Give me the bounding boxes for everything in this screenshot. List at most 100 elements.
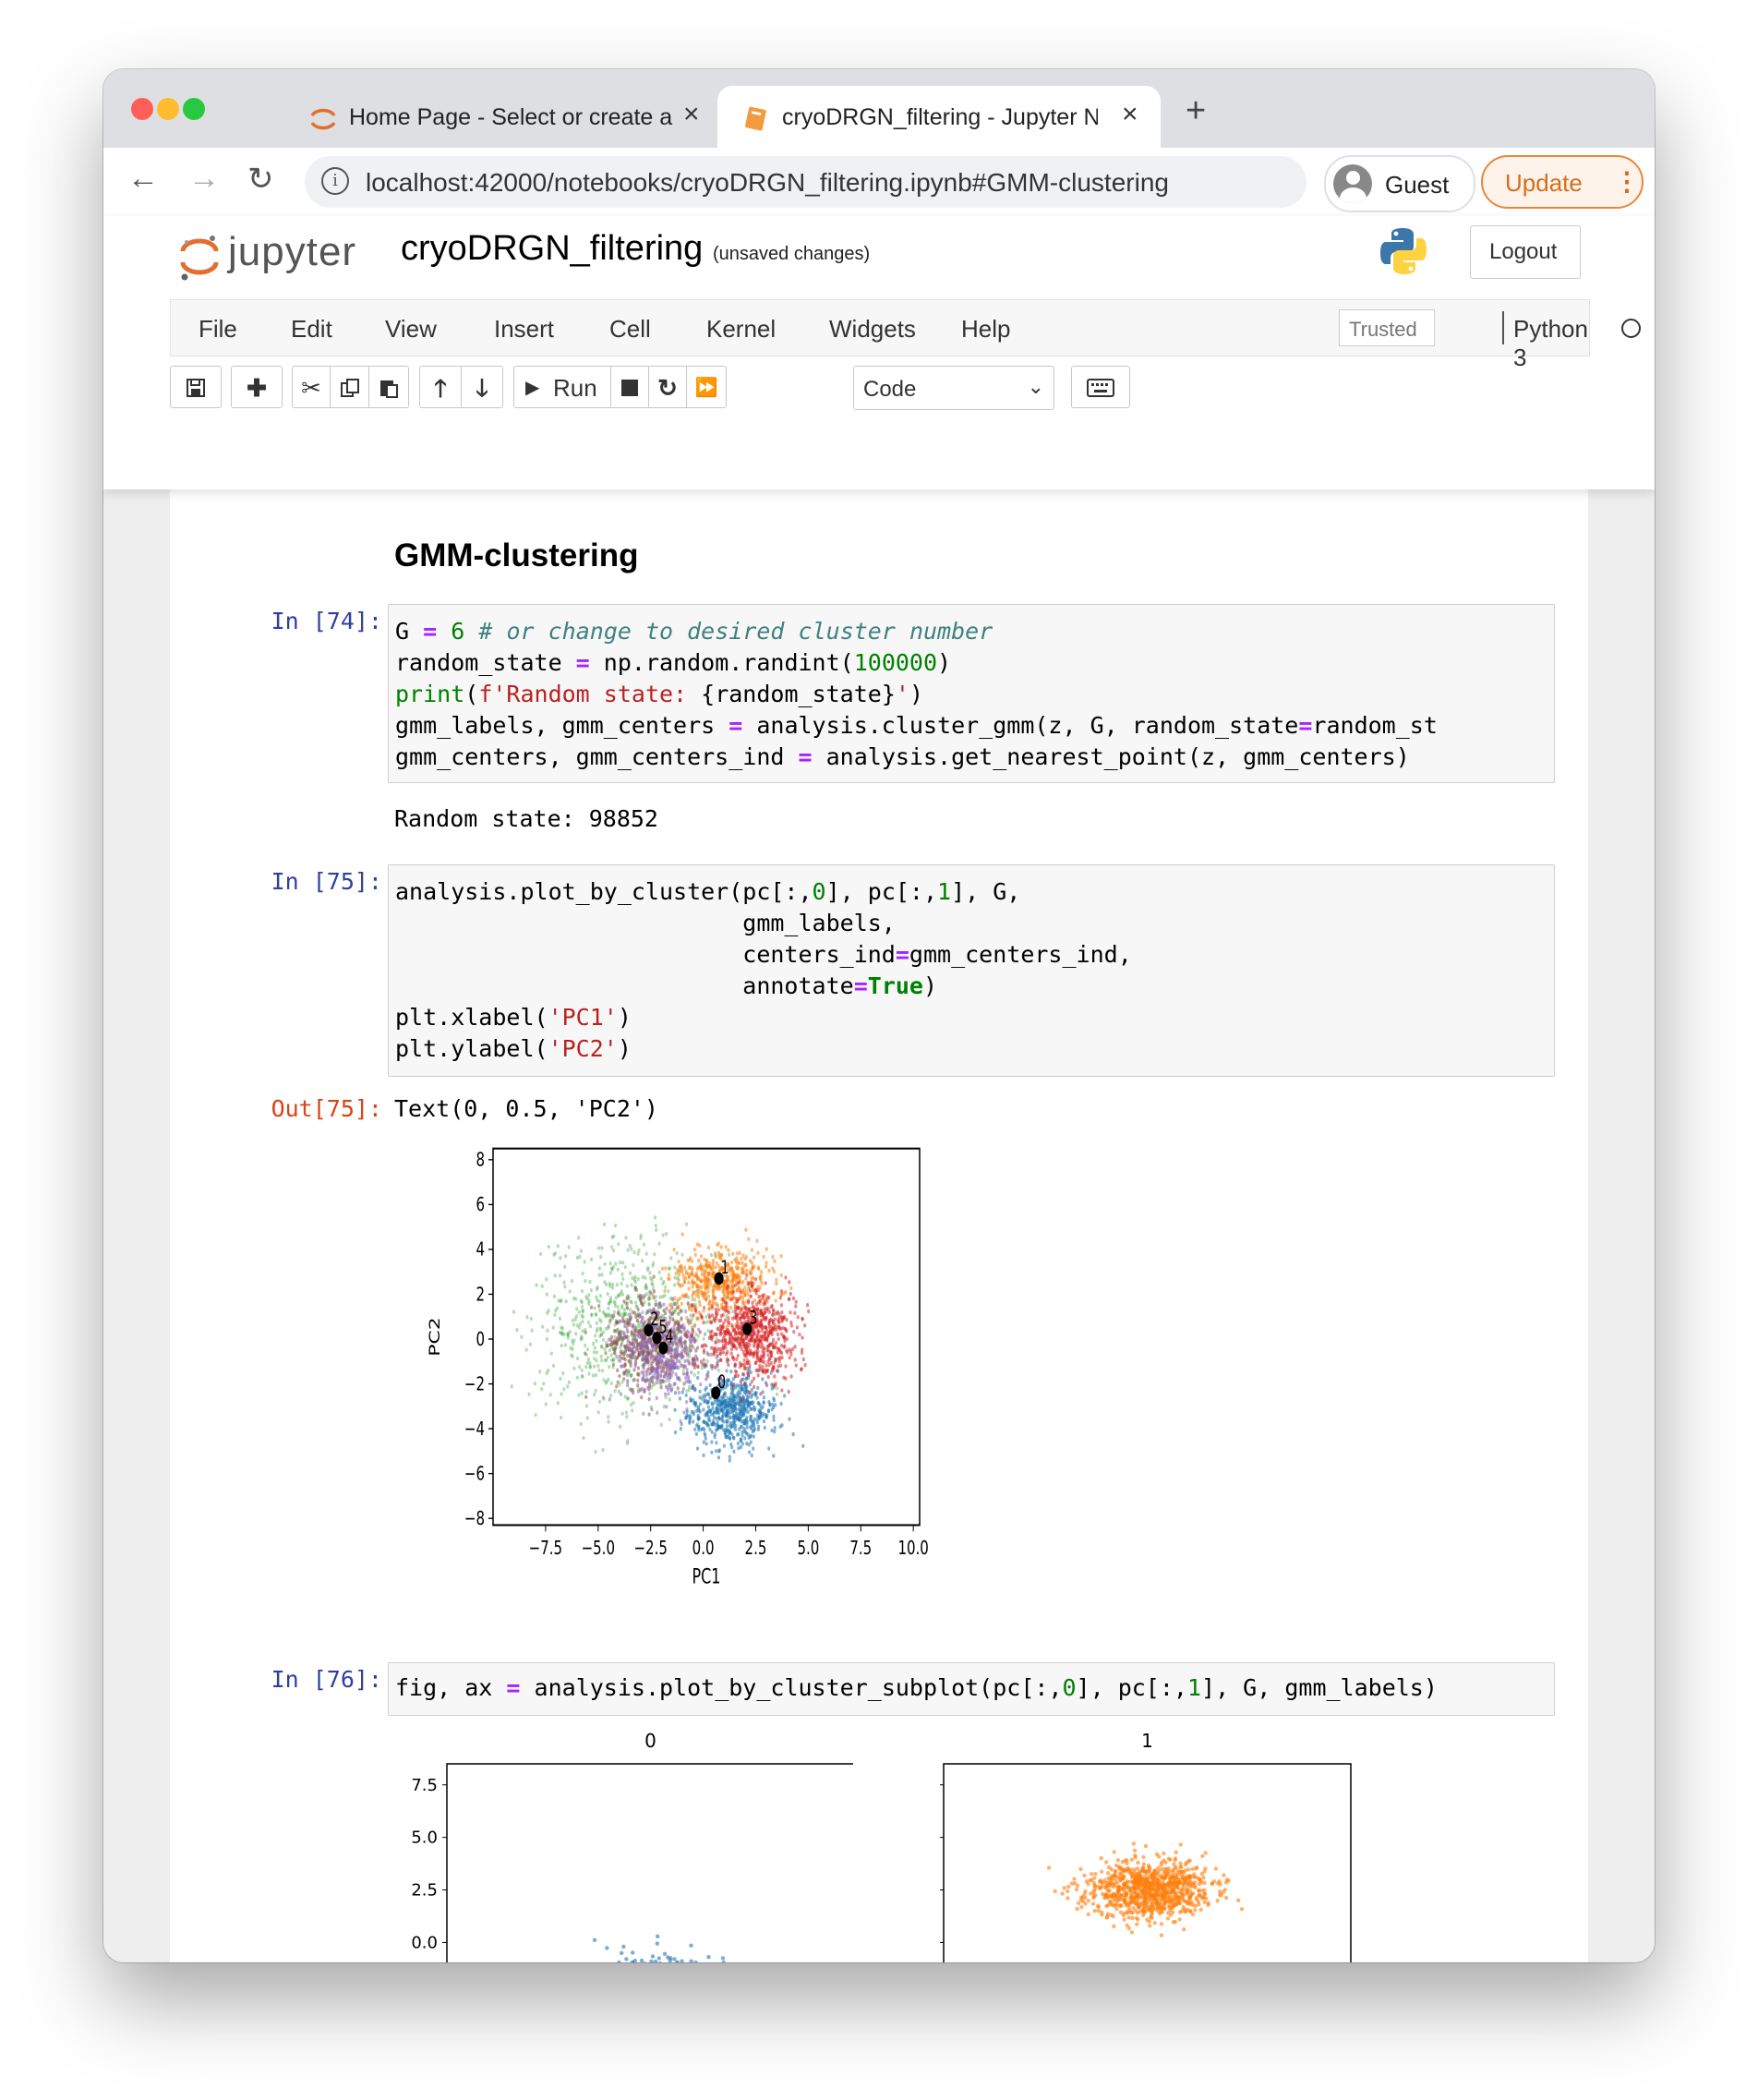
url-field[interactable]: i localhost:42000/notebooks/cryoDRGN_fil… xyxy=(305,156,1306,208)
cluster-point xyxy=(546,1310,549,1316)
forward-arrow-icon[interactable]: → xyxy=(188,161,220,197)
paste-button[interactable] xyxy=(368,366,409,408)
cluster-point xyxy=(584,1351,587,1356)
cluster-point xyxy=(556,1244,560,1249)
cluster-point xyxy=(699,1279,703,1284)
cluster-point xyxy=(1111,1885,1116,1889)
cluster-point xyxy=(674,1271,678,1276)
jupyter-logo[interactable]: jupyter xyxy=(177,227,390,283)
cluster-point xyxy=(690,1317,693,1322)
close-icon[interactable]: × xyxy=(683,99,700,130)
cluster-point xyxy=(767,1446,771,1451)
trusted-badge[interactable]: Trusted xyxy=(1339,309,1435,346)
cluster-point xyxy=(608,1397,611,1402)
jupyter-header: jupyter cryoDRGN_filtering (unsaved chan… xyxy=(103,216,1655,489)
copy-button[interactable] xyxy=(330,366,369,408)
cluster-point xyxy=(779,1401,783,1406)
cluster-point xyxy=(678,1324,681,1329)
notebook-toolbar: ✚ ✂ 🡑 🡓 ▶︎ Run ↻ ⏩ Code ⌄ xyxy=(170,366,1186,412)
run-button[interactable]: ▶︎ Run xyxy=(513,366,611,408)
code-cell-74[interactable]: G = 6 # or change to desired cluster num… xyxy=(388,604,1555,783)
cell-type-select[interactable]: Code ⌄ xyxy=(853,366,1054,410)
cluster-point xyxy=(674,1372,678,1377)
info-icon[interactable]: i xyxy=(321,167,349,195)
cluster-point xyxy=(656,1956,661,1961)
cluster-point xyxy=(562,1387,566,1392)
back-arrow-icon[interactable]: ← xyxy=(127,161,159,197)
cluster-point xyxy=(597,1317,601,1322)
profile-button[interactable]: Guest xyxy=(1324,155,1475,212)
minimize-window-button[interactable] xyxy=(157,98,179,120)
cluster-point xyxy=(698,1330,702,1334)
tab-notebook[interactable]: cryoDRGN_filtering - Jupyter Notebook × xyxy=(717,86,1161,148)
restart-run-all-button[interactable]: ⏩ xyxy=(686,366,727,408)
subplot-points-group xyxy=(1046,1841,1245,1937)
cluster-point xyxy=(684,1393,688,1398)
menu-widgets[interactable]: Widgets xyxy=(829,315,916,344)
cluster-point xyxy=(1125,1879,1129,1884)
close-icon[interactable]: × xyxy=(1122,99,1138,130)
cluster-point xyxy=(1173,1858,1177,1863)
cluster-point xyxy=(598,1294,603,1298)
cluster-point xyxy=(773,1430,777,1434)
notebook-name[interactable]: cryoDRGN_filtering xyxy=(401,229,703,269)
restart-button[interactable]: ↻ xyxy=(648,366,687,408)
cut-button[interactable]: ✂ xyxy=(292,366,331,408)
kebab-menu-icon[interactable]: ⋮ xyxy=(1614,166,1640,197)
cluster-point xyxy=(597,1299,601,1304)
menu-file[interactable]: File xyxy=(199,315,237,344)
insert-cell-button[interactable]: ✚ xyxy=(231,366,283,408)
menu-cell[interactable]: Cell xyxy=(609,315,651,344)
y-tick-label: 2 xyxy=(476,1284,485,1306)
cluster-point xyxy=(763,1310,766,1315)
cluster-point xyxy=(746,1432,750,1437)
new-tab-button[interactable]: + xyxy=(1186,91,1206,131)
menu-kernel[interactable]: Kernel xyxy=(706,315,776,344)
y-tick-label: 0 xyxy=(476,1329,485,1351)
logout-button[interactable]: Logout xyxy=(1470,225,1581,279)
cluster-point xyxy=(689,1313,692,1318)
cluster-point xyxy=(702,1348,706,1353)
move-down-button[interactable]: 🡓 xyxy=(461,366,503,408)
cluster-point xyxy=(1118,1894,1123,1900)
cluster-point xyxy=(1168,1908,1173,1913)
zoom-window-button[interactable] xyxy=(183,98,205,120)
cluster-point xyxy=(765,1369,768,1373)
cluster-point xyxy=(1188,1893,1193,1898)
cluster-point xyxy=(673,1275,677,1280)
cluster-point xyxy=(742,1372,746,1377)
cluster-point xyxy=(1153,1894,1158,1899)
kernel-idle-icon xyxy=(1621,319,1641,338)
command-palette-button[interactable] xyxy=(1071,366,1130,408)
cluster-point xyxy=(750,1453,753,1458)
cluster-point xyxy=(647,1297,651,1301)
cluster-point xyxy=(1108,1900,1113,1904)
cluster-point xyxy=(559,1256,562,1261)
cluster-point xyxy=(690,1303,693,1308)
cluster-point xyxy=(801,1357,805,1362)
cluster-point xyxy=(754,1291,758,1296)
code-cell-75[interactable]: analysis.plot_by_cluster(pc[:,0], pc[:,1… xyxy=(388,864,1555,1077)
cluster-point xyxy=(594,1449,597,1454)
reload-icon[interactable]: ↻ xyxy=(247,161,274,198)
cluster-point xyxy=(704,1296,708,1300)
cluster-point xyxy=(688,1420,692,1425)
interrupt-button[interactable] xyxy=(610,366,649,408)
cluster-point xyxy=(1117,1903,1123,1908)
cluster-point xyxy=(687,1387,691,1393)
code-cell-76[interactable]: fig, ax = analysis.plot_by_cluster_subpl… xyxy=(388,1662,1555,1716)
menu-view[interactable]: View xyxy=(385,315,437,344)
move-up-button[interactable]: 🡑 xyxy=(419,366,462,408)
menu-help[interactable]: Help xyxy=(961,315,1010,344)
cluster-point xyxy=(689,1348,692,1353)
cluster-point xyxy=(1174,1895,1179,1900)
tab-home-page[interactable]: Home Page - Select or create a notebook … xyxy=(288,86,713,148)
cluster-point xyxy=(616,1380,620,1385)
update-button[interactable]: Update ⋮ xyxy=(1481,155,1644,209)
cluster-point xyxy=(746,1292,750,1297)
menu-insert[interactable]: Insert xyxy=(494,315,554,344)
save-button[interactable] xyxy=(170,366,222,408)
close-window-button[interactable] xyxy=(131,98,153,120)
menu-edit[interactable]: Edit xyxy=(291,315,332,344)
cluster-point xyxy=(749,1414,753,1419)
